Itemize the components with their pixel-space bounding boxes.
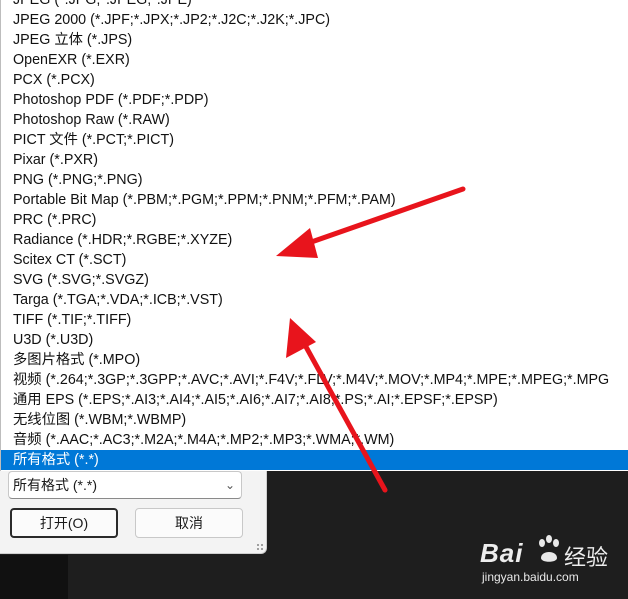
dropdown-option[interactable]: 视频 (*.264;*.3GP;*.3GPP;*.AVC;*.AVI;*.F4V…: [1, 370, 628, 390]
file-type-filter-value: 所有格式 (*.*): [13, 477, 97, 493]
dropdown-option[interactable]: Pixar (*.PXR): [1, 150, 628, 170]
file-type-filter-select[interactable]: 所有格式 (*.*) ⌄: [8, 471, 242, 499]
dropdown-option[interactable]: TIFF (*.TIF;*.TIFF): [1, 310, 628, 330]
dropdown-option[interactable]: Targa (*.TGA;*.VDA;*.ICB;*.VST): [1, 290, 628, 310]
chevron-down-icon: ⌄: [224, 478, 235, 492]
file-type-dropdown-list: JPEG (*.JPG;*.JPEG;*.JPE) JPEG 2000 (*.JP…: [0, 0, 628, 471]
dropdown-option[interactable]: Radiance (*.HDR;*.RGBE;*.XYZE): [1, 230, 628, 250]
dropdown-option[interactable]: PRC (*.PRC): [1, 210, 628, 230]
paw-icon: [539, 535, 559, 562]
resize-grip-icon[interactable]: [256, 543, 264, 551]
dropdown-option[interactable]: PICT 文件 (*.PCT;*.PICT): [1, 130, 628, 150]
dropdown-option[interactable]: OpenEXR (*.EXR): [1, 50, 628, 70]
dropdown-option[interactable]: JPEG (*.JPG;*.JPEG;*.JPE): [1, 0, 628, 10]
dropdown-option[interactable]: Photoshop Raw (*.RAW): [1, 110, 628, 130]
dropdown-option[interactable]: Scitex CT (*.SCT): [1, 250, 628, 270]
baidu-jingyan-watermark: Bai 经验 jingyan.baidu.com: [480, 528, 628, 588]
dropdown-option[interactable]: SVG (*.SVG;*.SVGZ): [1, 270, 628, 290]
dropdown-option[interactable]: 无线位图 (*.WBM;*.WBMP): [1, 410, 628, 430]
dropdown-option[interactable]: JPEG 2000 (*.JPF;*.JPX;*.JP2;*.J2C;*.J2K…: [1, 10, 628, 30]
dropdown-option[interactable]: Portable Bit Map (*.PBM;*.PGM;*.PPM;*.PN…: [1, 190, 628, 210]
dropdown-option[interactable]: U3D (*.U3D): [1, 330, 628, 350]
open-file-dialog-footer: 所有格式 (*.*) ⌄ 打开(O) 取消: [0, 471, 267, 554]
dropdown-option[interactable]: PCX (*.PCX): [1, 70, 628, 90]
dropdown-option[interactable]: 多图片格式 (*.MPO): [1, 350, 628, 370]
background-panel: [0, 555, 68, 599]
dropdown-option-selected[interactable]: 所有格式 (*.*): [1, 450, 628, 470]
cancel-button[interactable]: 取消: [135, 508, 243, 538]
dropdown-option[interactable]: 音频 (*.AAC;*.AC3;*.M2A;*.M4A;*.MP2;*.MP3;…: [1, 430, 628, 450]
dropdown-option[interactable]: Photoshop PDF (*.PDF;*.PDP): [1, 90, 628, 110]
dropdown-option[interactable]: PNG (*.PNG;*.PNG): [1, 170, 628, 190]
dropdown-option[interactable]: JPEG 立体 (*.JPS): [1, 30, 628, 50]
screen: 所有格式 (*.*) ⌄ 打开(O) 取消 JPEG (*.JPG;*.JPEG…: [0, 0, 628, 599]
baidu-logo-text: Bai: [480, 538, 524, 568]
jingyan-brand-text: 经验: [564, 545, 609, 570]
open-button[interactable]: 打开(O): [10, 508, 118, 538]
dropdown-option[interactable]: 通用 EPS (*.EPS;*.AI3;*.AI4;*.AI5;*.AI6;*.…: [1, 390, 628, 410]
watermark-url: jingyan.baidu.com: [482, 570, 579, 584]
